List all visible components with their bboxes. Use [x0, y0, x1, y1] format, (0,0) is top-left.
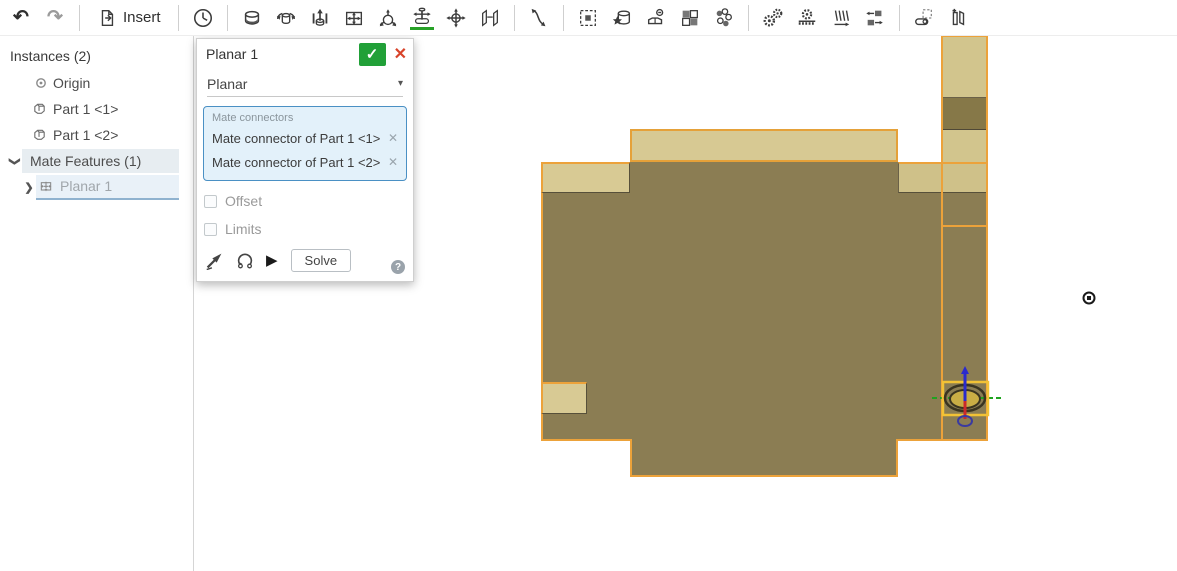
replicate-icon[interactable] [644, 6, 668, 30]
planar-mate-dialog: Planar 1 ✓ ✕ Planar ▾ Mate connectors Ma… [196, 38, 414, 282]
planar1-highlight[interactable]: Planar 1 [36, 174, 179, 200]
remove-connector-icon[interactable]: ✕ [388, 155, 398, 169]
insert-button[interactable]: Insert [93, 6, 165, 30]
cylindrical-mate-icon[interactable] [444, 6, 468, 30]
mate-connector-icon[interactable] [610, 6, 634, 30]
play-icon[interactable]: ▶ [266, 253, 278, 268]
tree-item-label: Planar 1 [60, 178, 113, 194]
sidebar-item-part1-1[interactable]: Part 1 <1> [0, 96, 193, 122]
limits-option[interactable]: Limits [204, 221, 413, 237]
mate-connector-name: Mate connector of Part 1 <1> [212, 130, 381, 146]
mate-connector-triad[interactable] [925, 363, 1010, 435]
mate-features-label: Mate Features (1) [30, 153, 142, 169]
check-icon: ✓ [365, 46, 379, 63]
pattern-icon[interactable] [678, 6, 702, 30]
part2-column-edge-line [941, 225, 988, 227]
limits-checkbox[interactable] [204, 222, 217, 236]
toolbar-separator [79, 4, 80, 31]
assembly-tree-panel: Instances (2) Origin Part 1 <1> Part 1 <… [0, 36, 194, 571]
part-icon [34, 129, 45, 140]
part1-main-body[interactable] [541, 162, 988, 441]
insert-icon [101, 9, 114, 26]
dialog-title: Planar 1 [206, 46, 259, 62]
rack-pinion-relation-icon[interactable] [795, 6, 819, 30]
display-states-icon[interactable] [912, 6, 936, 30]
assembly-toolbar: ↶ ↷ Insert [0, 0, 1177, 36]
undo-icon[interactable]: ↶ [9, 6, 33, 30]
mate-connector-name: Mate connector of Part 1 <2> [212, 154, 381, 170]
part1-left-lower-tab[interactable] [541, 382, 587, 414]
tree-item-label: Part 1 <1> [53, 101, 119, 117]
interference-icon[interactable] [712, 6, 736, 30]
group-icon[interactable] [576, 6, 600, 30]
fastened-mate-icon[interactable] [240, 6, 264, 30]
toolbar-separator [177, 4, 179, 31]
accept-button[interactable]: ✓ [358, 42, 386, 66]
animate-icon[interactable] [235, 251, 255, 271]
mate-type-value: Planar [207, 75, 248, 92]
tangent-mate-icon[interactable] [527, 6, 551, 30]
history-icon[interactable] [191, 6, 215, 30]
exploded-view-icon[interactable] [946, 6, 970, 30]
slider-mate-icon[interactable] [308, 6, 332, 30]
part1-left-tab[interactable] [541, 162, 630, 193]
limits-label: Limits [225, 221, 262, 237]
app-window: ↶ ↷ Insert Instances (2) Origin Part 1 <… [0, 0, 1177, 571]
dialog-footer: ▶ Solve ? [205, 249, 405, 274]
mate-connector-row[interactable]: Mate connector of Part 1 <1> ✕ [212, 126, 398, 150]
sidebar-item-part1-2[interactable]: Part 1 <2> [0, 122, 193, 148]
parallel-mate-icon[interactable] [478, 6, 502, 30]
part2-column-top-segment[interactable] [941, 35, 988, 98]
screw-relation-icon[interactable] [829, 6, 853, 30]
toolbar-separator [226, 4, 228, 31]
part2-column-mid-segment[interactable] [941, 130, 988, 162]
revolute-mate-icon[interactable] [274, 6, 298, 30]
part1-right-tab[interactable] [898, 162, 988, 193]
tree-item-label: Part 1 <2> [53, 127, 119, 143]
part1-bottom-tab[interactable] [630, 439, 898, 477]
redo-icon[interactable]: ↷ [43, 6, 67, 30]
part-icon [34, 103, 45, 114]
snap-mode-icon[interactable] [205, 251, 224, 270]
mate-connectors-label: Mate connectors [212, 112, 294, 124]
mate-type-dropdown[interactable]: Planar ▾ [207, 71, 403, 97]
ball-mate-icon[interactable] [376, 6, 400, 30]
belt-relation-icon[interactable] [863, 6, 887, 30]
offset-label: Offset [225, 193, 263, 209]
planar-mate-icon[interactable] [342, 6, 366, 30]
toolbar-separator [747, 4, 749, 31]
instances-header: Instances (2) [10, 48, 91, 64]
gear-relation-icon[interactable] [761, 6, 785, 30]
chevron-down-icon: ▾ [397, 78, 403, 89]
sidebar-item-planar1[interactable]: ❯ Planar 1 [0, 174, 193, 200]
mate-connectors-box[interactable]: Mate connectors Mate connector of Part 1… [203, 106, 407, 181]
toolbar-separator [513, 4, 515, 31]
mate-connector-row[interactable]: Mate connector of Part 1 <2> ✕ [212, 150, 398, 174]
cancel-button[interactable]: ✕ [394, 44, 407, 64]
assembly-origin-icon[interactable] [1081, 290, 1097, 306]
part1-top-tab[interactable] [630, 129, 898, 162]
insert-label: Insert [123, 9, 161, 26]
chevron-down-icon[interactable]: ❯ [9, 154, 22, 168]
origin-icon [36, 78, 46, 88]
remove-connector-icon[interactable]: ✕ [388, 131, 398, 145]
help-icon[interactable]: ? [391, 260, 405, 274]
planar-mate-icon [40, 181, 52, 192]
pin-slot-mate-icon[interactable] [409, 6, 434, 30]
offset-option[interactable]: Offset [204, 193, 413, 209]
part2-column-dark-segment[interactable] [941, 98, 988, 130]
offset-checkbox[interactable] [204, 194, 217, 208]
tree-item-label: Origin [53, 75, 91, 91]
mate-features-highlight[interactable]: Mate Features (1) [22, 149, 179, 173]
sidebar-group-mate-features[interactable]: ❯ Mate Features (1) [0, 148, 193, 174]
sidebar-item-origin[interactable]: Origin [0, 70, 193, 96]
toolbar-separator [562, 4, 564, 31]
close-icon: ✕ [393, 46, 407, 63]
chevron-right-icon[interactable]: ❯ [22, 181, 36, 194]
solve-button[interactable]: Solve [290, 249, 352, 272]
toolbar-separator [898, 4, 900, 31]
dialog-header: Planar 1 ✓ ✕ [197, 39, 413, 69]
